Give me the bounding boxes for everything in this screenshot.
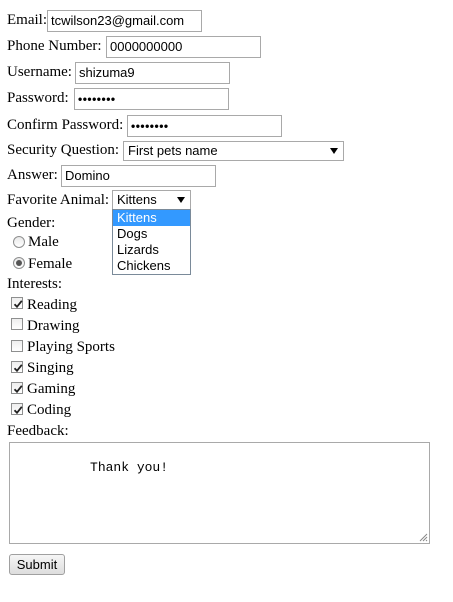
dropdown-option-dogs[interactable]: Dogs (113, 226, 190, 242)
chevron-down-icon (177, 197, 185, 203)
security-question-select[interactable]: First pets name (123, 141, 344, 161)
interest-reading-label: Reading (27, 297, 77, 313)
answer-input[interactable]: Domino (61, 165, 216, 187)
phone-label: Phone Number: (7, 38, 102, 54)
password-input[interactable]: •••••••• (74, 88, 229, 110)
answer-label: Answer: (7, 167, 58, 183)
interest-reading-checkbox[interactable] (11, 297, 23, 309)
interest-coding-label: Coding (27, 402, 72, 418)
dropdown-option-lizards[interactable]: Lizards (113, 242, 190, 258)
feedback-textarea[interactable]: Thank you! (9, 442, 430, 544)
gender-female-radio[interactable] (13, 257, 25, 269)
email-input[interactable]: tcwilson23@gmail.com (47, 10, 202, 32)
interest-drawing-checkbox[interactable] (11, 318, 23, 330)
security-question-label: Security Question: (7, 142, 120, 158)
favorite-animal-value: Kittens (117, 192, 157, 207)
dropdown-option-kittens[interactable]: Kittens (113, 210, 190, 226)
checkmark-icon (13, 385, 23, 394)
username-label: Username: (7, 64, 72, 80)
submit-button[interactable]: Submit (9, 554, 65, 575)
interest-singing-checkbox[interactable] (11, 361, 23, 373)
interest-coding-checkbox[interactable] (11, 403, 23, 415)
interest-singing-label: Singing (27, 360, 74, 376)
email-label: Email: (7, 12, 47, 28)
gender-label: Gender: (7, 215, 56, 231)
checkmark-icon (13, 300, 23, 309)
interest-gaming-checkbox[interactable] (11, 382, 23, 394)
interest-gaming-label: Gaming (27, 381, 76, 397)
checkmark-icon (13, 406, 23, 415)
feedback-label: Feedback: (7, 423, 69, 439)
password-label: Password: (7, 90, 69, 106)
phone-input[interactable]: 0000000000 (106, 36, 261, 58)
interests-label: Interests: (7, 276, 62, 292)
favorite-animal-label: Favorite Animal: (7, 192, 110, 208)
gender-male-radio[interactable] (13, 236, 25, 248)
resize-grip-icon[interactable] (419, 533, 428, 542)
confirm-password-input[interactable]: •••••••• (127, 115, 282, 137)
chevron-down-icon (330, 148, 338, 154)
gender-female-label: Female (28, 256, 73, 272)
confirm-password-label: Confirm Password: (7, 117, 124, 133)
favorite-animal-select[interactable]: Kittens (112, 190, 191, 210)
username-input[interactable]: shizuma9 (75, 62, 230, 84)
interest-playing-sports-checkbox[interactable] (11, 340, 23, 352)
radio-selected-dot (16, 260, 22, 266)
checkmark-icon (13, 364, 23, 373)
interest-playing-sports-label: Playing Sports (27, 339, 115, 355)
gender-male-label: Male (28, 234, 59, 250)
security-question-value: First pets name (128, 143, 218, 158)
interest-drawing-label: Drawing (27, 318, 80, 334)
dropdown-option-chickens[interactable]: Chickens (113, 258, 190, 274)
feedback-text: Thank you! (27, 460, 169, 475)
favorite-animal-dropdown: Kittens Dogs Lizards Chickens (112, 209, 191, 275)
